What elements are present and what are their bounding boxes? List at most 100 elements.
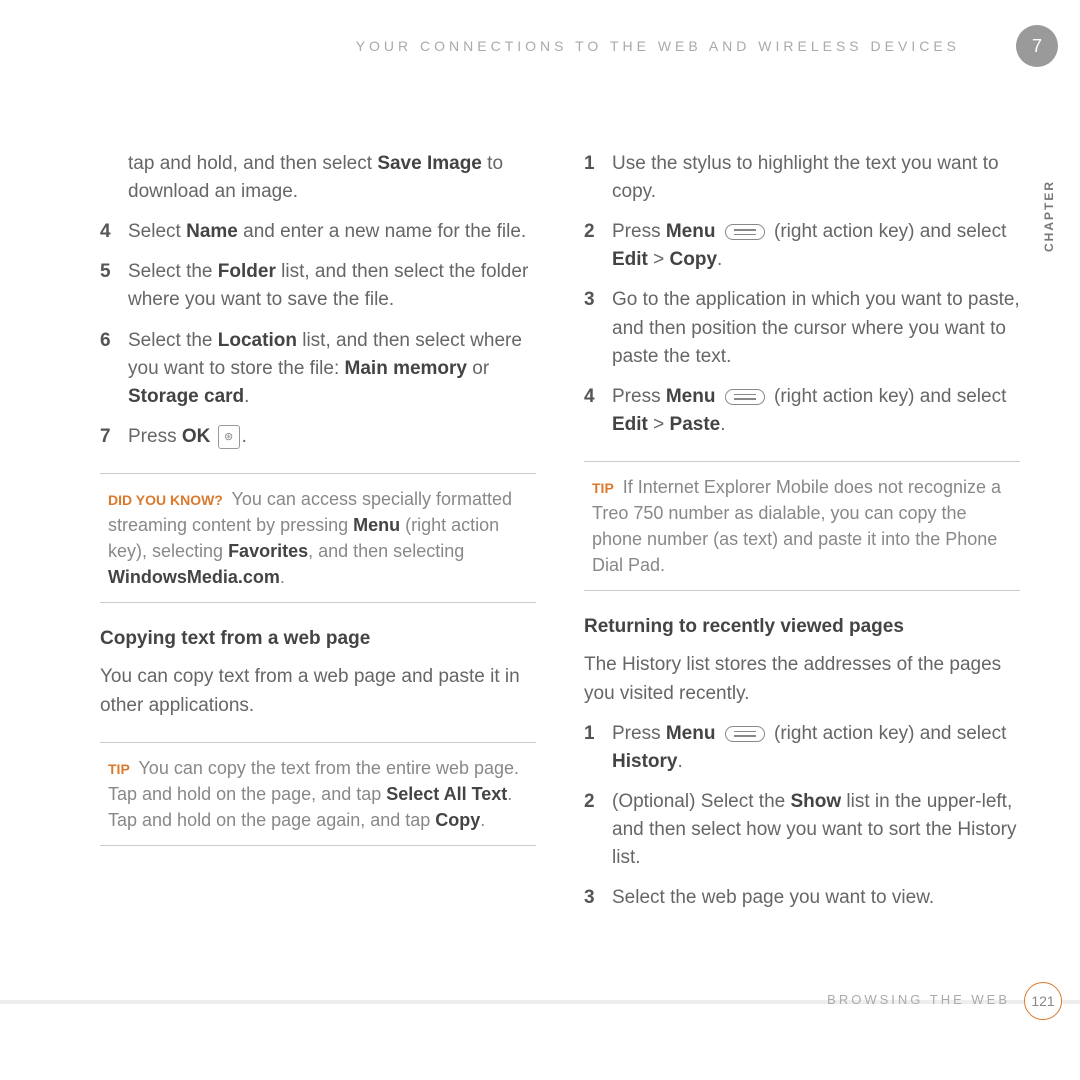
text: . bbox=[720, 414, 725, 435]
bold: Copy bbox=[670, 249, 718, 270]
text bbox=[210, 426, 215, 447]
text: . bbox=[480, 810, 485, 830]
text: and enter a new name for the file. bbox=[238, 221, 526, 242]
step: 7Press OK ⊛. bbox=[100, 423, 536, 451]
text: (right action key) and select bbox=[769, 386, 1007, 407]
step-text: Press Menu (right action key) and select… bbox=[612, 218, 1020, 274]
step: 2(Optional) Select the Show list in the … bbox=[584, 788, 1020, 872]
bold: Name bbox=[186, 221, 238, 242]
step-number: 1 bbox=[584, 720, 612, 776]
text: Go to the application in which you want … bbox=[612, 289, 1020, 366]
tip-callout: TIP You can copy the text from the entir… bbox=[100, 742, 536, 846]
step-text: Go to the application in which you want … bbox=[612, 286, 1020, 370]
callout-label: DID YOU KNOW? bbox=[108, 492, 223, 508]
text: . bbox=[677, 751, 682, 772]
bold: Folder bbox=[218, 261, 276, 282]
step-text: Select the web page you want to view. bbox=[612, 884, 1020, 912]
bold: WindowsMedia.com bbox=[108, 567, 280, 587]
text: Press bbox=[128, 426, 182, 447]
bold: Favorites bbox=[228, 541, 308, 561]
did-you-know-callout: DID YOU KNOW? You can access specially f… bbox=[100, 473, 536, 603]
step-number: 4 bbox=[100, 218, 128, 246]
text: (Optional) Select the bbox=[612, 791, 790, 812]
text: Select bbox=[128, 221, 186, 242]
page-content: tap and hold, and then select Save Image… bbox=[100, 150, 1020, 924]
text: . bbox=[717, 249, 722, 270]
text: . bbox=[280, 567, 285, 587]
running-header: YOUR CONNECTIONS TO THE WEB AND WIRELESS… bbox=[100, 38, 1020, 54]
right-column: 1Use the stylus to highlight the text yo… bbox=[584, 150, 1020, 924]
paragraph: The History list stores the addresses of… bbox=[584, 651, 1020, 707]
step-number: 3 bbox=[584, 884, 612, 912]
text: Select the web page you want to view. bbox=[612, 887, 934, 908]
bold: Edit bbox=[612, 249, 648, 270]
text bbox=[715, 723, 720, 744]
text bbox=[715, 386, 720, 407]
menu-key-icon bbox=[725, 389, 765, 405]
section-heading-returning: Returning to recently viewed pages bbox=[584, 613, 1020, 641]
continuation-text: tap and hold, and then select Save Image… bbox=[100, 150, 536, 206]
callout-label: TIP bbox=[108, 761, 130, 777]
bold: Storage card bbox=[128, 386, 244, 407]
page-footer: BROWSING THE WEB 121 bbox=[0, 1000, 1080, 1050]
bold: Location bbox=[218, 330, 297, 351]
chapter-number-badge: 7 bbox=[1016, 25, 1058, 67]
step: 1Use the stylus to highlight the text yo… bbox=[584, 150, 1020, 206]
step-text: Select Name and enter a new name for the… bbox=[128, 218, 536, 246]
bold: Edit bbox=[612, 414, 648, 435]
paragraph: You can copy text from a web page and pa… bbox=[100, 663, 536, 719]
step-text: Press Menu (right action key) and select… bbox=[612, 383, 1020, 439]
text: , and then selecting bbox=[308, 541, 464, 561]
chapter-label: CHAPTER bbox=[1042, 180, 1056, 252]
text: Select the bbox=[128, 330, 218, 351]
step-number: 1 bbox=[584, 150, 612, 206]
step: 5Select the Folder list, and then select… bbox=[100, 258, 536, 314]
step: 4Press Menu (right action key) and selec… bbox=[584, 383, 1020, 439]
text: (right action key) and select bbox=[769, 221, 1007, 242]
text: Press bbox=[612, 723, 666, 744]
step: 3Go to the application in which you want… bbox=[584, 286, 1020, 370]
step-text: Select the Location list, and then selec… bbox=[128, 327, 536, 411]
step-number: 2 bbox=[584, 218, 612, 274]
menu-key-icon bbox=[725, 726, 765, 742]
step: 3Select the web page you want to view. bbox=[584, 884, 1020, 912]
bold: Save Image bbox=[377, 153, 482, 174]
step-text: Select the Folder list, and then select … bbox=[128, 258, 536, 314]
step: 4Select Name and enter a new name for th… bbox=[100, 218, 536, 246]
step-number: 4 bbox=[584, 383, 612, 439]
step-text: (Optional) Select the Show list in the u… bbox=[612, 788, 1020, 872]
ok-key-icon: ⊛ bbox=[218, 425, 240, 449]
bold: OK bbox=[182, 426, 211, 447]
step-number: 5 bbox=[100, 258, 128, 314]
step-text: Press OK ⊛. bbox=[128, 423, 536, 451]
bold: Show bbox=[790, 791, 841, 812]
bold: Menu bbox=[666, 386, 716, 407]
text: Press bbox=[612, 386, 666, 407]
step-number: 2 bbox=[584, 788, 612, 872]
step-text: Use the stylus to highlight the text you… bbox=[612, 150, 1020, 206]
bold: Paste bbox=[670, 414, 721, 435]
text: (right action key) and select bbox=[769, 723, 1007, 744]
step-number: 6 bbox=[100, 327, 128, 411]
text bbox=[715, 221, 720, 242]
left-column: tap and hold, and then select Save Image… bbox=[100, 150, 536, 924]
text: Use the stylus to highlight the text you… bbox=[612, 153, 999, 202]
tip-callout: TIP If Internet Explorer Mobile does not… bbox=[584, 461, 1020, 591]
bold: Select All Text bbox=[386, 784, 507, 804]
step-number: 7 bbox=[100, 423, 128, 451]
bold: Menu bbox=[666, 221, 716, 242]
section-heading-copying: Copying text from a web page bbox=[100, 625, 536, 653]
text: or bbox=[467, 358, 489, 379]
text: . bbox=[242, 426, 247, 447]
bold: Menu bbox=[666, 723, 716, 744]
bold: Copy bbox=[435, 810, 480, 830]
page-number: 121 bbox=[1024, 982, 1062, 1020]
callout-text: If Internet Explorer Mobile does not rec… bbox=[592, 477, 1001, 575]
step-text: Press Menu (right action key) and select… bbox=[612, 720, 1020, 776]
callout-label: TIP bbox=[592, 480, 614, 496]
footer-section: BROWSING THE WEB bbox=[827, 992, 1010, 1007]
text: tap and hold, and then select bbox=[128, 153, 377, 174]
step: 6Select the Location list, and then sele… bbox=[100, 327, 536, 411]
text: . bbox=[244, 386, 249, 407]
step-number: 3 bbox=[584, 286, 612, 370]
